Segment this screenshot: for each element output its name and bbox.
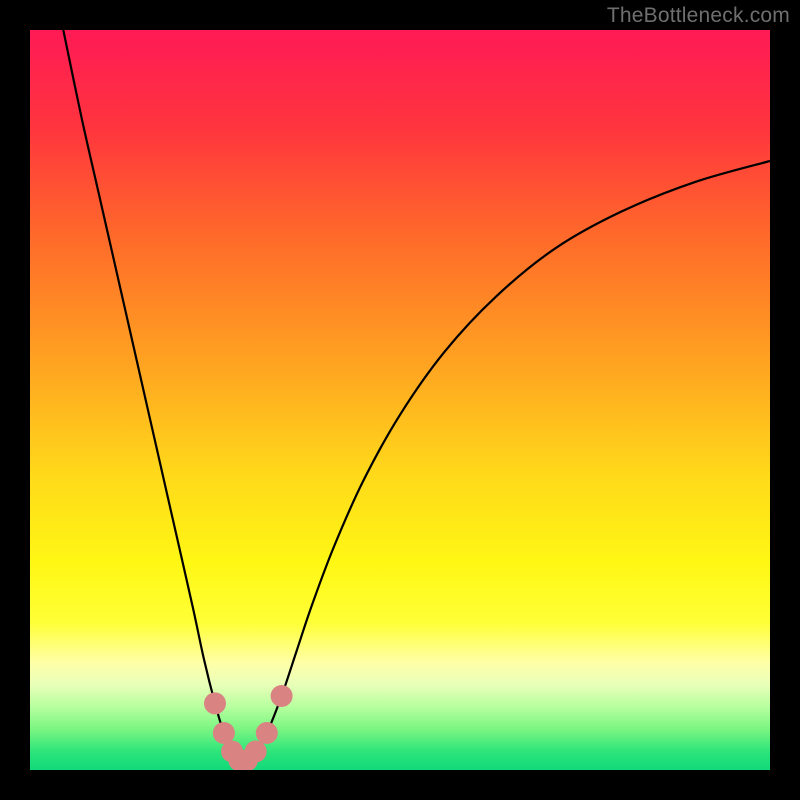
plot-area bbox=[30, 30, 770, 770]
curve-marker bbox=[245, 741, 267, 763]
curve-marker bbox=[204, 692, 226, 714]
curve-marker bbox=[271, 685, 293, 707]
curve-marker bbox=[256, 722, 278, 744]
gradient-background bbox=[30, 30, 770, 770]
watermark-text: TheBottleneck.com bbox=[607, 4, 790, 28]
chart-frame: TheBottleneck.com bbox=[0, 0, 800, 800]
chart-svg bbox=[30, 30, 770, 770]
